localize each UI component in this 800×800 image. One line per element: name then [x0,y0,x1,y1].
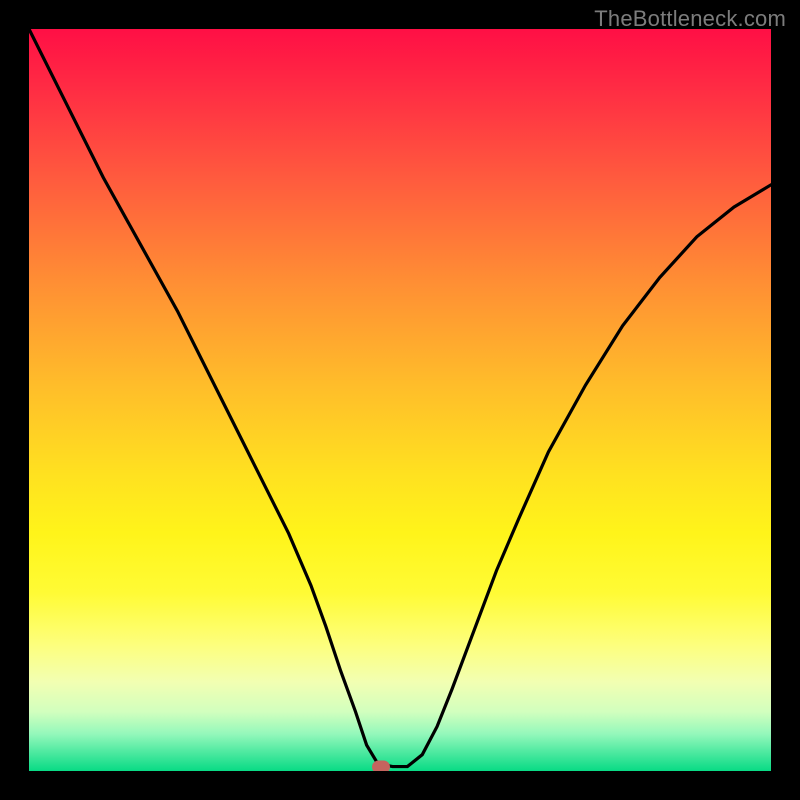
data-marker [372,760,390,771]
chart-stage: TheBottleneck.com [0,0,800,800]
curve-layer [29,29,771,771]
watermark-text: TheBottleneck.com [594,6,786,32]
bottleneck-curve [29,29,771,767]
plot-area [29,29,771,771]
